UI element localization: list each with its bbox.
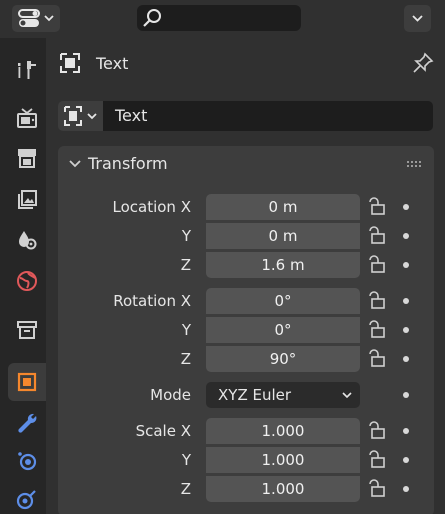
lock-icon[interactable]	[365, 449, 387, 471]
context-path: Text	[58, 50, 434, 76]
object-name-field[interactable]: Text	[103, 101, 433, 131]
location-z-field[interactable]: 1.6 m	[206, 252, 360, 278]
tab-output[interactable]	[8, 139, 46, 177]
datablock-browse-button[interactable]	[58, 101, 104, 131]
scale-z-label: Z	[180, 480, 191, 498]
chevron-down-icon	[412, 15, 423, 22]
properties-header	[0, 0, 445, 38]
tab-physics[interactable]	[8, 480, 46, 514]
object-data-icon	[64, 106, 97, 126]
lock-icon[interactable]	[365, 254, 387, 276]
tab-collection[interactable]	[8, 311, 46, 349]
rotation-mode-dropdown[interactable]: XYZ Euler	[206, 382, 360, 408]
view-layer-icon	[18, 190, 37, 209]
output-icon	[18, 149, 36, 168]
location-x-label: Location X	[112, 198, 192, 216]
panel-title: Transform	[88, 154, 168, 173]
properties-main: Text Text Transform Location X 0 m Y 0 m…	[46, 38, 445, 514]
tab-particles[interactable]	[8, 442, 46, 480]
transform-panel-header[interactable]: Transform	[58, 146, 434, 182]
physics-icon	[16, 490, 36, 510]
search-icon	[143, 9, 161, 27]
tab-world[interactable]	[8, 262, 46, 300]
keyframe-dot[interactable]	[403, 262, 409, 268]
rotation-z-field[interactable]: 90°	[206, 346, 360, 372]
keyframe-dot[interactable]	[403, 486, 409, 492]
keyframe-dot[interactable]	[403, 204, 409, 210]
scale-y-field[interactable]: 1.000	[206, 447, 360, 473]
drag-handle-icon[interactable]	[406, 160, 422, 168]
mode-label: Mode	[150, 386, 191, 404]
render-icon	[17, 108, 37, 128]
editor-type-selector[interactable]	[12, 5, 60, 32]
lock-icon[interactable]	[365, 319, 387, 341]
keyframe-dot[interactable]	[403, 428, 409, 434]
transform-panel: Transform Location X 0 m Y 0 m Z 1.6 m R…	[58, 146, 434, 514]
object-data-icon	[60, 53, 80, 73]
scene-icon	[19, 231, 37, 250]
collection-icon	[17, 321, 37, 339]
scale-x-field[interactable]: 1.000	[206, 418, 360, 444]
rotation-z-label: Z	[180, 350, 191, 368]
tab-scene[interactable]	[8, 221, 46, 259]
pin-button[interactable]	[412, 52, 434, 78]
rotation-mode-value: XYZ Euler	[218, 386, 292, 404]
lock-icon[interactable]	[365, 225, 387, 247]
scale-x-label: Scale X	[135, 422, 191, 440]
lock-icon[interactable]	[365, 420, 387, 442]
location-z-label: Z	[180, 256, 191, 274]
tab-tool[interactable]	[8, 51, 46, 89]
tab-object[interactable]	[8, 363, 46, 401]
search-input[interactable]	[137, 5, 301, 31]
modifier-icon	[18, 413, 37, 433]
location-x-field[interactable]: 0 m	[206, 194, 360, 220]
rotation-y-field[interactable]: 0°	[206, 317, 360, 343]
context-title: Text	[96, 53, 129, 73]
object-icon	[17, 372, 37, 392]
properties-tab-bar	[0, 38, 46, 514]
keyframe-dot[interactable]	[403, 327, 409, 333]
pin-icon	[413, 52, 434, 73]
lock-icon[interactable]	[365, 478, 387, 500]
keyframe-dot[interactable]	[403, 233, 409, 239]
scale-z-field[interactable]: 1.000	[206, 476, 360, 502]
tool-icon	[18, 61, 36, 79]
particles-icon	[18, 452, 37, 471]
chevron-down-icon	[69, 160, 81, 168]
lock-icon[interactable]	[365, 348, 387, 370]
location-y-label: Y	[181, 227, 191, 245]
keyframe-dot[interactable]	[403, 298, 409, 304]
lock-icon[interactable]	[365, 196, 387, 218]
lock-icon[interactable]	[365, 290, 387, 312]
rotation-x-field[interactable]: 0°	[206, 288, 360, 314]
scale-y-label: Y	[181, 451, 191, 469]
tab-modifiers[interactable]	[8, 404, 46, 442]
chevron-down-icon	[342, 392, 352, 399]
rotation-x-label: Rotation X	[113, 292, 191, 310]
rotation-y-label: Y	[181, 321, 191, 339]
tab-view-layer[interactable]	[8, 181, 46, 219]
tab-render[interactable]	[8, 99, 46, 137]
location-y-field[interactable]: 0 m	[206, 223, 360, 249]
world-icon	[17, 271, 37, 291]
keyframe-dot[interactable]	[403, 392, 409, 398]
keyframe-dot[interactable]	[403, 356, 409, 362]
properties-editor-icon	[18, 9, 54, 27]
options-dropdown-button[interactable]	[404, 5, 431, 32]
keyframe-dot[interactable]	[403, 457, 409, 463]
